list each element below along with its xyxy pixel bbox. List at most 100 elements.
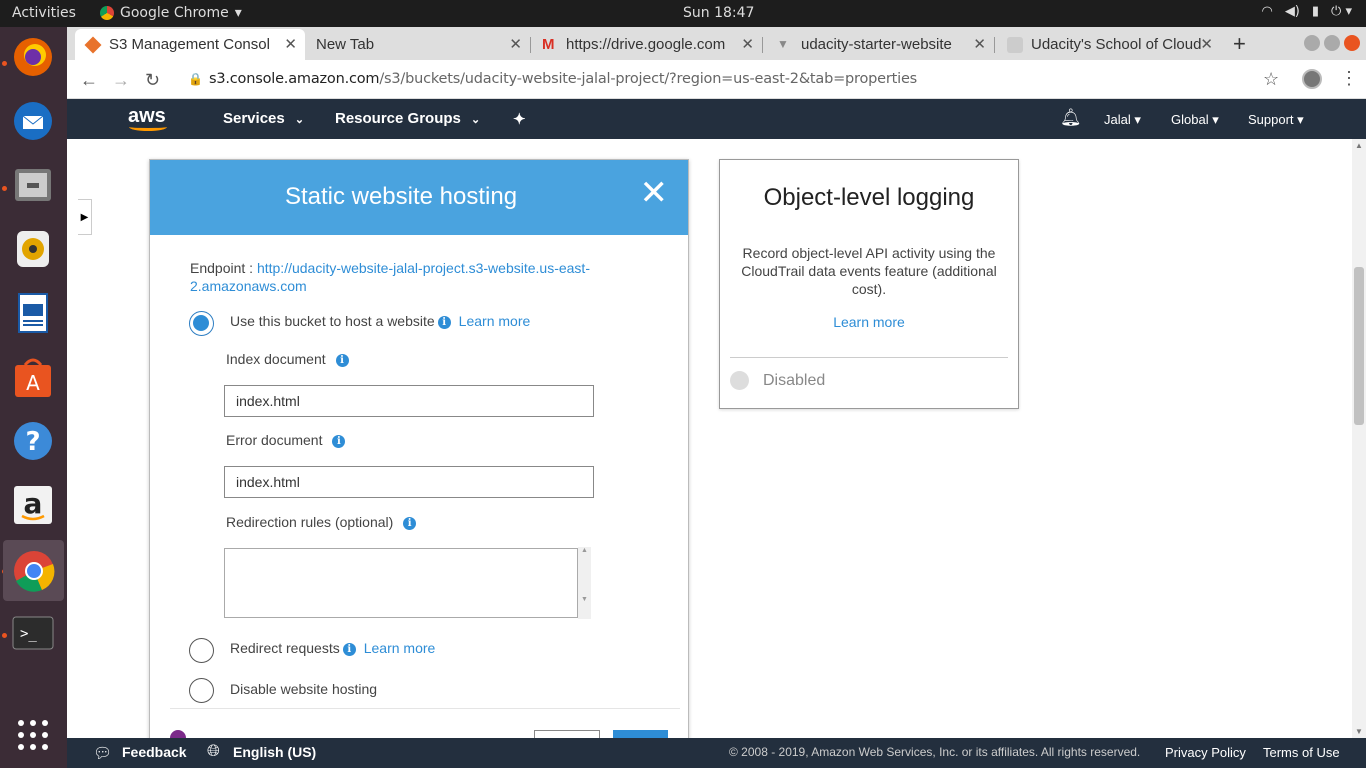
file-icon: ▼ <box>777 36 789 51</box>
divider <box>170 708 680 709</box>
system-top-bar: Activities Google Chrome ▾ Sun 18:47 ◠ ◀… <box>0 0 1366 27</box>
chrome-dock-icon[interactable] <box>3 540 64 601</box>
language-selector[interactable]: English (US) <box>233 744 316 760</box>
services-menu[interactable]: Services ⌄ <box>223 110 304 127</box>
close-tab-icon[interactable]: ✕ <box>741 35 754 53</box>
chrome-menu-icon[interactable]: ⋮ <box>1340 68 1358 89</box>
tab-google-drive[interactable]: M https://drive.google.com ✕ <box>532 29 763 60</box>
redirect-requests-option: Redirect requests i Learn more <box>230 640 436 656</box>
static-website-hosting-modal: Static website hosting ✕ Endpoint : http… <box>149 159 689 738</box>
power-icon: ⏻ ▾ <box>1331 4 1352 19</box>
aws-footer: 💬︎ Feedback 🌐︎ English (US) © 2008 - 201… <box>67 738 1366 768</box>
tab-separator <box>762 37 763 53</box>
scroll-up-arrow[interactable]: ▲ <box>1355 141 1363 150</box>
partial-status-icon <box>170 730 186 738</box>
object-level-logging-card[interactable]: Object-level logging Record object-level… <box>719 159 1019 409</box>
clock[interactable]: Sun 18:47 <box>683 5 754 21</box>
software-center-icon[interactable]: A <box>9 353 57 401</box>
svg-text:?: ? <box>25 427 40 457</box>
lock-icon[interactable]: 🔒 <box>188 72 203 86</box>
system-tray[interactable]: ◠ ◀) ▮ ⏻ ▾ <box>1261 4 1352 19</box>
disable-hosting-radio[interactable] <box>189 678 214 703</box>
index-document-input[interactable]: index.html <box>224 385 594 417</box>
sidebar-toggle[interactable]: ▶ <box>78 199 92 235</box>
terms-of-use-link[interactable]: Terms of Use <box>1263 745 1340 760</box>
app-menu[interactable]: Google Chrome ▾ <box>100 5 242 21</box>
redirection-rules-label: Redirection rules (optional) i <box>226 514 417 530</box>
feedback-link[interactable]: Feedback <box>122 744 187 760</box>
rhythmbox-icon[interactable] <box>9 225 57 273</box>
page-scrollbar[interactable]: ▲ ▼ <box>1352 139 1366 738</box>
use-bucket-radio[interactable] <box>189 311 214 336</box>
profile-avatar[interactable] <box>1302 69 1322 89</box>
forward-arrow-icon[interactable]: → <box>112 70 130 91</box>
info-icon[interactable]: i <box>342 643 356 656</box>
chrome-icon <box>100 6 114 20</box>
amazon-icon[interactable]: a <box>9 481 57 529</box>
activities-button[interactable]: Activities <box>12 5 76 21</box>
tab-udacity-starter[interactable]: ▼ udacity-starter-website ✕ <box>767 29 995 60</box>
learn-more-link[interactable]: Learn more <box>364 640 436 656</box>
main-content: ▶ Static website hosting ✕ Endpoint : ht… <box>67 139 1352 738</box>
tab-new-tab[interactable]: New Tab ✕ <box>306 29 531 60</box>
info-icon[interactable]: i <box>335 354 349 367</box>
aws-cube-icon <box>84 36 102 53</box>
tab-s3-console[interactable]: S3 Management Console ✕ <box>75 29 305 60</box>
back-arrow-icon[interactable]: ← <box>80 70 98 91</box>
close-tab-icon[interactable]: ✕ <box>1200 35 1213 53</box>
close-tab-icon[interactable]: ✕ <box>509 35 522 53</box>
tab-udacity-school[interactable]: Udacity's School of Cloud ✕ <box>997 29 1221 60</box>
show-applications-icon[interactable] <box>9 711 57 759</box>
bell-icon[interactable]: 🔔︎ <box>1060 108 1082 128</box>
modal-title: Static website hosting <box>284 183 518 210</box>
wifi-icon: ◠ <box>1261 4 1273 19</box>
redirect-requests-radio[interactable] <box>189 638 214 663</box>
bookmark-star-icon[interactable]: ☆ <box>1263 69 1279 90</box>
index-document-label: Index document i <box>226 351 349 367</box>
close-tab-icon[interactable]: ✕ <box>973 35 986 53</box>
running-indicator <box>2 186 7 191</box>
address-bar: ← → ↻ 🔒 s3.console.amazon.com/s3/buckets… <box>67 60 1366 99</box>
card-title: Object-level logging <box>763 184 975 211</box>
save-button[interactable] <box>613 730 668 738</box>
svg-text:>_: >_ <box>20 626 37 642</box>
error-document-input[interactable]: index.html <box>224 466 594 498</box>
privacy-policy-link[interactable]: Privacy Policy <box>1165 745 1246 760</box>
url-field[interactable]: s3.console.amazon.com/s3/buckets/udacity… <box>209 71 917 87</box>
support-menu[interactable]: Support ▾ <box>1248 112 1304 128</box>
textarea-scrollbar[interactable]: ▲ ▼ <box>578 547 591 619</box>
close-icon[interactable]: ✕ <box>640 176 669 210</box>
user-menu[interactable]: Jalal ▾ <box>1104 112 1141 128</box>
firefox-icon[interactable] <box>9 33 57 81</box>
redirection-rules-textarea[interactable] <box>224 548 578 618</box>
scroll-down-arrow[interactable]: ▼ <box>1355 727 1363 736</box>
globe-icon: 🌐︎ <box>207 743 220 760</box>
info-icon[interactable]: i <box>332 435 346 448</box>
info-icon[interactable]: i <box>403 517 417 530</box>
status-text: Disabled <box>763 371 826 389</box>
learn-more-link[interactable]: Learn more <box>459 313 531 329</box>
close-window-icon[interactable] <box>1344 35 1360 51</box>
new-tab-button[interactable]: + <box>1233 31 1246 57</box>
endpoint-label: Endpoint : <box>190 260 254 276</box>
minimize-icon[interactable] <box>1304 35 1320 51</box>
info-icon[interactable]: i <box>437 316 451 329</box>
files-icon[interactable] <box>9 161 57 209</box>
close-tab-icon[interactable]: ✕ <box>284 35 297 53</box>
maximize-icon[interactable] <box>1324 35 1340 51</box>
thunderbird-icon[interactable] <box>9 97 57 145</box>
aws-smile-icon <box>129 123 167 131</box>
learn-more-link[interactable]: Learn more <box>720 314 1018 330</box>
writer-icon[interactable] <box>9 289 57 337</box>
resource-groups-menu[interactable]: Resource Groups ⌄ <box>335 110 480 127</box>
endpoint: Endpoint : http://udacity-website-jalal-… <box>190 259 610 295</box>
scrollbar-thumb[interactable] <box>1354 267 1364 425</box>
terminal-icon[interactable]: >_ <box>9 609 57 657</box>
help-icon[interactable]: ? <box>9 417 57 465</box>
divider <box>730 357 1008 358</box>
feedback-icon: 💬︎ <box>93 745 113 762</box>
pin-icon[interactable]: ✦ <box>513 110 526 128</box>
region-menu[interactable]: Global ▾ <box>1171 112 1219 128</box>
reload-icon[interactable]: ↻ <box>145 70 160 91</box>
cancel-button[interactable] <box>534 730 600 738</box>
